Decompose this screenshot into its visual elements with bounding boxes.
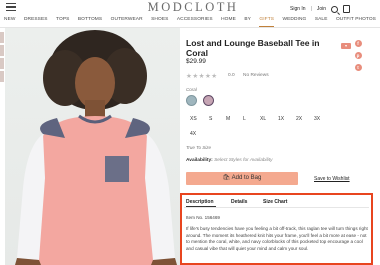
facebook-icon[interactable]: f: [354, 40, 362, 47]
tab-details[interactable]: Details: [231, 199, 247, 205]
social-share: f p t: [352, 40, 364, 76]
tab-size-chart[interactable]: Size Chart: [263, 199, 287, 205]
nav-item-outerwear[interactable]: OUTERWEAR: [111, 17, 143, 27]
size-option-m[interactable]: M: [226, 116, 230, 122]
menu-icon[interactable]: [6, 3, 16, 12]
sign-in-link[interactable]: Sign In: [290, 6, 306, 12]
size-option-2x[interactable]: 2X: [296, 116, 302, 122]
bag-icon: 🛍︎: [222, 175, 231, 181]
nav-item-wedding[interactable]: WEDDING: [282, 17, 306, 27]
nav-item-new[interactable]: NEW: [4, 17, 16, 27]
nav-item-outfit-photos[interactable]: OUTFIT PHOTOS: [336, 17, 376, 27]
twitter-icon[interactable]: t: [354, 64, 362, 71]
nav-item-shoes[interactable]: SHOES: [151, 17, 168, 27]
rating-stars[interactable]: ★★★★★: [186, 72, 218, 80]
thumbnail-strip[interactable]: [0, 32, 4, 84]
join-link[interactable]: Join: [317, 6, 326, 12]
main-nav: NEW DRESSES TOPS BOTTOMS OUTERWEAR SHOES…: [0, 17, 380, 27]
save-to-wishlist-link[interactable]: Save to Wishlist: [314, 176, 350, 182]
pinterest-icon[interactable]: p: [354, 52, 362, 59]
tab-description[interactable]: Description: [186, 199, 214, 205]
product-price: $29.99: [186, 58, 206, 65]
nav-item-dresses[interactable]: DRESSES: [24, 17, 48, 27]
size-option-3x[interactable]: 3X: [314, 116, 320, 122]
reviews-link[interactable]: No Reviews: [243, 73, 269, 78]
add-to-bag-label: Add to Bag: [231, 175, 262, 181]
nav-item-bottoms[interactable]: BOTTOMS: [78, 17, 102, 27]
nav-item-home[interactable]: HOME: [221, 17, 236, 27]
nav-item-sale[interactable]: SALE: [315, 17, 328, 27]
active-tab-underline: [186, 206, 216, 207]
size-guide[interactable]: True To Size: [186, 145, 211, 150]
nav-item-by[interactable]: BY: [244, 17, 251, 27]
product-photo: [5, 28, 180, 265]
rating-value: 0.0: [228, 73, 235, 78]
color-swatch-coral[interactable]: [203, 95, 214, 106]
favorite-heart-icon[interactable]: ♥: [341, 43, 351, 49]
color-swatch-blue[interactable]: [186, 95, 197, 106]
size-option-4x[interactable]: 4X: [190, 131, 196, 137]
model-illustration: [15, 30, 177, 265]
tab-rule: [184, 207, 369, 208]
product-description: If life's busy tendencies have you feeli…: [186, 226, 368, 252]
separator: |: [310, 6, 312, 12]
nav-item-tops[interactable]: TOPS: [56, 17, 69, 27]
item-number: Item No. 156469: [186, 215, 220, 220]
site-logo[interactable]: MODCLOTH: [118, 0, 268, 15]
size-option-l[interactable]: L: [243, 116, 246, 122]
size-option-xs[interactable]: XS: [190, 116, 197, 122]
utility-bar: Sign In | Join: [290, 5, 351, 13]
bag-icon[interactable]: [343, 5, 351, 13]
product-title: Lost and Lounge Baseball Tee in Coral: [186, 38, 320, 58]
size-option-1x[interactable]: 1X: [278, 116, 284, 122]
size-option-xl[interactable]: XL: [260, 116, 266, 122]
nav-item-accessories[interactable]: ACCESSORIES: [177, 17, 213, 27]
color-label: Coral: [186, 87, 197, 92]
search-icon[interactable]: [331, 5, 339, 13]
availability-label: Availability:: [186, 158, 213, 163]
availability: Availability: Select Styles for Availabi…: [186, 158, 272, 163]
add-to-bag-button[interactable]: 🛍︎ Add to Bag: [186, 172, 298, 185]
nav-item-gifts[interactable]: GIFTS: [259, 17, 275, 27]
size-option-s[interactable]: S: [209, 116, 212, 122]
availability-value: Select Styles for Availability: [214, 158, 273, 163]
